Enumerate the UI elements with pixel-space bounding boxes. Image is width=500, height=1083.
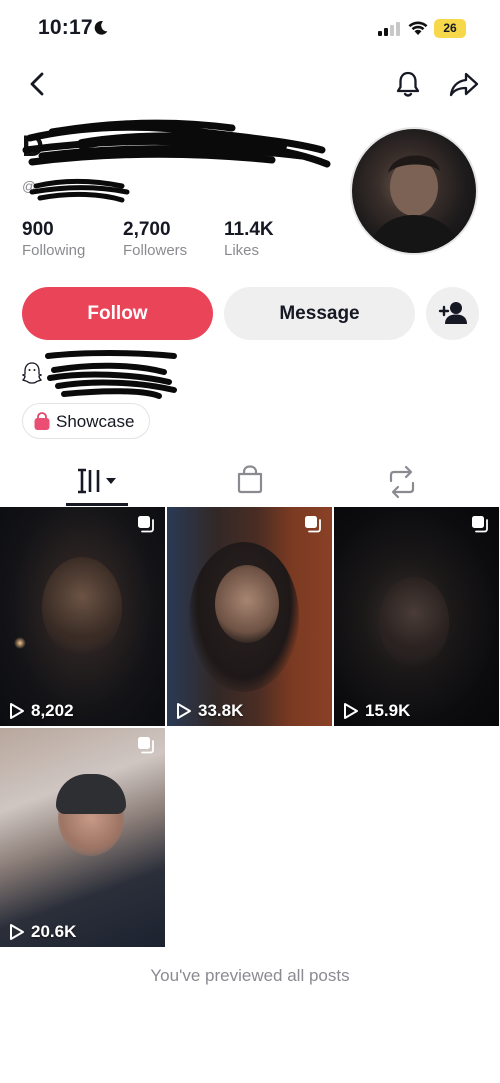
repost-icon bbox=[389, 465, 415, 499]
message-button[interactable]: Message bbox=[224, 287, 415, 340]
avatar-photo bbox=[367, 155, 463, 253]
wifi-icon bbox=[408, 21, 428, 35]
battery-indicator: 26 bbox=[434, 19, 466, 38]
tab-shop[interactable] bbox=[200, 462, 300, 506]
view-count-text: 15.9K bbox=[365, 701, 411, 720]
add-person-icon bbox=[438, 302, 467, 324]
view-count-text: 8,202 bbox=[31, 701, 74, 720]
likes-label: Likes bbox=[224, 242, 260, 259]
multi-image-icon bbox=[138, 516, 154, 533]
status-bar: 10:17 26 bbox=[0, 0, 500, 58]
shopping-bag-icon bbox=[237, 465, 263, 494]
redaction-scribble bbox=[29, 179, 130, 203]
shopping-bag-icon bbox=[34, 412, 50, 430]
play-icon bbox=[344, 703, 358, 719]
bell-icon[interactable] bbox=[393, 68, 423, 100]
multi-image-icon bbox=[138, 737, 154, 754]
share-arrow-icon[interactable] bbox=[448, 68, 480, 100]
ghost-icon bbox=[22, 362, 42, 384]
play-icon bbox=[10, 703, 24, 719]
followers-count: 2,700 bbox=[123, 219, 171, 240]
avatar[interactable] bbox=[350, 127, 478, 255]
moon-icon bbox=[94, 21, 108, 35]
grid-columns-icon bbox=[78, 468, 116, 494]
view-count: 20.6K bbox=[9, 922, 76, 942]
video-tile[interactable]: 20.6K bbox=[0, 728, 165, 947]
play-icon bbox=[10, 924, 24, 940]
active-tab-indicator bbox=[66, 503, 128, 506]
followers-label: Followers bbox=[123, 242, 188, 259]
end-of-posts-text: You've previewed all posts bbox=[150, 966, 350, 985]
video-tile[interactable]: 33.8K bbox=[167, 507, 332, 726]
profile-display-name: D bbox=[22, 118, 332, 178]
following-label: Following bbox=[22, 242, 86, 259]
view-count-text: 20.6K bbox=[31, 922, 77, 941]
view-count: 15.9K bbox=[343, 701, 410, 721]
tab-reposts[interactable] bbox=[352, 462, 452, 506]
bio bbox=[22, 350, 177, 400]
view-count: 33.8K bbox=[176, 701, 243, 721]
view-count-text: 33.8K bbox=[198, 701, 244, 720]
stat-following[interactable]: 900 Following bbox=[22, 219, 86, 260]
following-count: 900 bbox=[22, 219, 54, 240]
follow-button[interactable]: Follow bbox=[22, 287, 213, 340]
multi-image-icon bbox=[305, 516, 321, 533]
showcase-label: Showcase bbox=[56, 412, 135, 431]
add-friend-button[interactable] bbox=[426, 287, 479, 340]
stat-likes: 11.4K Likes bbox=[224, 219, 274, 260]
video-tile[interactable]: 15.9K bbox=[334, 507, 499, 726]
view-count: 8,202 bbox=[9, 701, 74, 721]
showcase-button[interactable]: Showcase bbox=[22, 403, 150, 439]
play-icon bbox=[177, 703, 191, 719]
stat-followers[interactable]: 2,700 Followers bbox=[123, 219, 188, 260]
status-time: 10:17 bbox=[38, 16, 93, 39]
video-tile[interactable]: 8,202 bbox=[0, 507, 165, 726]
chevron-left-icon[interactable] bbox=[22, 68, 52, 100]
redaction-scribble bbox=[45, 350, 177, 399]
cellular-signal-icon bbox=[378, 22, 400, 36]
tab-videos[interactable] bbox=[48, 462, 148, 506]
likes-count: 11.4K bbox=[224, 219, 274, 240]
multi-image-icon bbox=[472, 516, 488, 533]
redaction-scribble bbox=[22, 119, 331, 168]
profile-handle: @ bbox=[22, 176, 132, 204]
